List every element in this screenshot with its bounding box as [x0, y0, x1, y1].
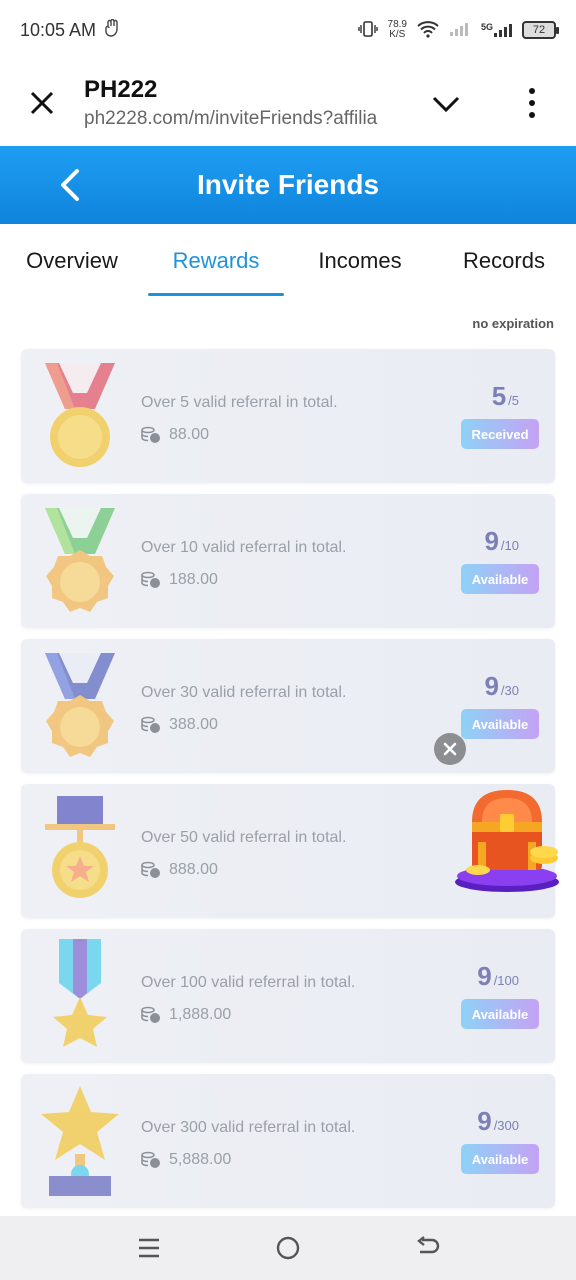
site-title: PH222: [84, 76, 158, 103]
close-promo-icon[interactable]: [434, 733, 466, 765]
blue-ribbon-medal-icon: [35, 649, 125, 763]
reward-amount: 5,888.00: [141, 1151, 231, 1169]
reward-amount: 388.00: [141, 716, 218, 734]
system-nav-bar: [0, 1216, 576, 1280]
green-ribbon-medal-icon: [35, 504, 125, 618]
reward-description: Over 5 valid referral in total.: [141, 394, 338, 411]
progress-target: /300: [493, 1118, 519, 1133]
recent-apps-icon[interactable]: [129, 1228, 169, 1268]
page: 10:05 AM 78.9 K/S 5G 72 PH222 ph2228.com…: [0, 0, 576, 1280]
reward-amount: 88.00: [141, 426, 209, 444]
tab-incomes[interactable]: Incomes: [288, 224, 432, 298]
reward-card: Over 10 valid referral in total. 188.00 …: [21, 494, 555, 628]
red-ribbon-medal-icon: [35, 359, 125, 473]
tab-rewards[interactable]: Rewards: [144, 224, 288, 298]
progress-count: 5: [491, 381, 507, 411]
expiration-note: no expiration: [472, 316, 554, 331]
reward-amount-value: 1,888.00: [169, 1006, 232, 1023]
battery-icon: 72: [522, 21, 559, 39]
wifi-icon: [417, 20, 439, 41]
battery-level: 72: [532, 24, 546, 36]
progress-count: 9: [477, 1106, 492, 1136]
reward-amount: 188.00: [141, 571, 218, 589]
referral-progress: 9 /30: [484, 671, 519, 702]
status-left: 10:05 AM: [20, 18, 120, 42]
star-ribbon-medal-icon: [35, 939, 125, 1053]
star-medal-icon: [35, 794, 125, 908]
referral-progress: 5 /5: [492, 381, 519, 412]
hand-icon: [104, 18, 120, 42]
progress-count: 9: [484, 671, 499, 701]
status-bar: 10:05 AM 78.9 K/S 5G 72: [0, 0, 576, 60]
reward-amount-value: 188.00: [169, 571, 218, 588]
back-icon[interactable]: [407, 1228, 447, 1268]
reward-card: Over 5 valid referral in total. 88.00 5 …: [21, 349, 555, 483]
available-button[interactable]: Available: [461, 1144, 539, 1174]
reward-amount-value: 88.00: [169, 426, 210, 443]
reward-amount: 888.00: [141, 861, 218, 879]
home-icon[interactable]: [268, 1228, 308, 1268]
tab-overview[interactable]: Overview: [0, 224, 144, 298]
progress-count: 9: [484, 526, 499, 556]
available-button[interactable]: Available: [461, 564, 539, 594]
more-options-icon[interactable]: [520, 86, 544, 120]
progress-target: /100: [493, 973, 519, 988]
reward-amount-value: 888.00: [169, 861, 218, 878]
network-speed-unit: K/S: [389, 29, 406, 40]
progress-count: 9: [477, 961, 492, 991]
star-trophy-icon: [35, 1084, 125, 1198]
reward-amount: 1,888.00: [141, 1006, 231, 1024]
signal-5g-icon: 5G: [481, 22, 512, 38]
network-speed: 78.9 K/S: [388, 20, 407, 40]
reward-description: Over 30 valid referral in total.: [141, 684, 347, 701]
page-title: Invite Friends: [196, 169, 380, 200]
reward-card: Over 300 valid referral in total. 5,888.…: [21, 1074, 555, 1208]
available-button[interactable]: Available: [461, 999, 539, 1029]
url-box[interactable]: PH222 ph2228.com/m/inviteFriends?affilia: [84, 76, 404, 130]
referral-progress: 9 /300: [477, 1106, 519, 1137]
reward-card: Over 100 valid referral in total. 1,888.…: [21, 929, 555, 1063]
coin-stack-icon: [141, 716, 161, 734]
network-type: 5G: [480, 22, 493, 32]
coin-stack-icon: [141, 571, 161, 589]
received-button[interactable]: Received: [461, 419, 539, 449]
coin-stack-icon: [141, 861, 161, 879]
reward-description: Over 10 valid referral in total.: [141, 539, 347, 556]
back-arrow-icon[interactable]: [52, 164, 88, 206]
reward-card: Over 30 valid referral in total. 388.00 …: [21, 639, 555, 773]
browser-bar: PH222 ph2228.com/m/inviteFriends?affilia: [0, 60, 576, 146]
app-header: Invite Friends: [0, 146, 576, 224]
status-right: 78.9 K/S 5G 72: [357, 20, 559, 41]
progress-target: /30: [500, 683, 519, 698]
site-url: ph2228.com/m/inviteFriends?affilia: [84, 108, 378, 129]
treasure-chest-icon[interactable]: [452, 784, 562, 894]
reward-description: Over 100 valid referral in total.: [141, 974, 356, 991]
reward-amount-value: 5,888.00: [169, 1151, 232, 1168]
referral-progress: 9 /10: [484, 526, 519, 557]
tab-records[interactable]: Records: [432, 224, 576, 298]
progress-target: /5: [508, 393, 519, 408]
reward-description: Over 50 valid referral in total.: [141, 829, 347, 846]
vibrate-icon: [357, 20, 378, 41]
clock: 10:05 AM: [20, 19, 97, 40]
close-icon[interactable]: [22, 83, 62, 123]
signal-weak-icon: [449, 21, 471, 40]
tab-bar: Overview Rewards Incomes Records: [0, 224, 576, 298]
progress-target: /10: [500, 538, 519, 553]
available-button[interactable]: Available: [461, 709, 539, 739]
coin-stack-icon: [141, 426, 161, 444]
reward-amount-value: 388.00: [169, 716, 218, 733]
coin-stack-icon: [141, 1006, 161, 1024]
reward-description: Over 300 valid referral in total.: [141, 1119, 356, 1136]
referral-progress: 9 /100: [477, 961, 519, 992]
chevron-down-icon[interactable]: [430, 88, 462, 120]
coin-stack-icon: [141, 1151, 161, 1169]
